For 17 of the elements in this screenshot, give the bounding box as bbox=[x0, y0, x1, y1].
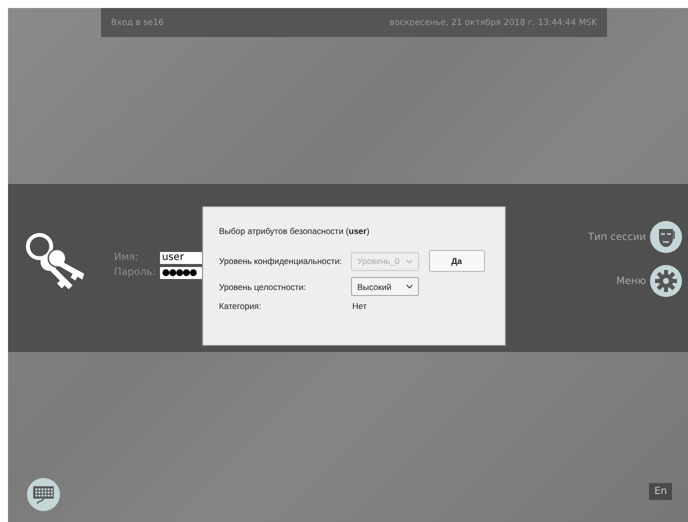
field-label: Уровень целостности: bbox=[219, 282, 307, 292]
category-value: Нет bbox=[351, 301, 368, 311]
field-label: Пароль: bbox=[114, 267, 157, 278]
keyboard-icon[interactable] bbox=[27, 478, 60, 511]
chevron-down-icon bbox=[406, 258, 414, 264]
dialog-title: Выбор атрибутов безопасности (user) bbox=[219, 226, 370, 236]
date-time: воскресенье, 21 октября 2018 г. 13:44:44 MSK bbox=[390, 18, 597, 28]
chevron-down-icon bbox=[406, 284, 414, 289]
field-label: Имя: bbox=[114, 252, 140, 263]
settings-icon[interactable] bbox=[650, 265, 682, 297]
ok-button[interactable]: Да bbox=[428, 250, 485, 272]
login-host-label: Вход в se16 bbox=[111, 18, 164, 28]
dropdown[interactable]: Высокий bbox=[351, 277, 420, 296]
keyboard-layout-indicator[interactable]: En bbox=[649, 483, 672, 500]
field-label: Категория: bbox=[219, 301, 262, 311]
field-label: Уровень конфиденциальности: bbox=[219, 256, 343, 266]
mask-icon[interactable] bbox=[650, 221, 682, 253]
